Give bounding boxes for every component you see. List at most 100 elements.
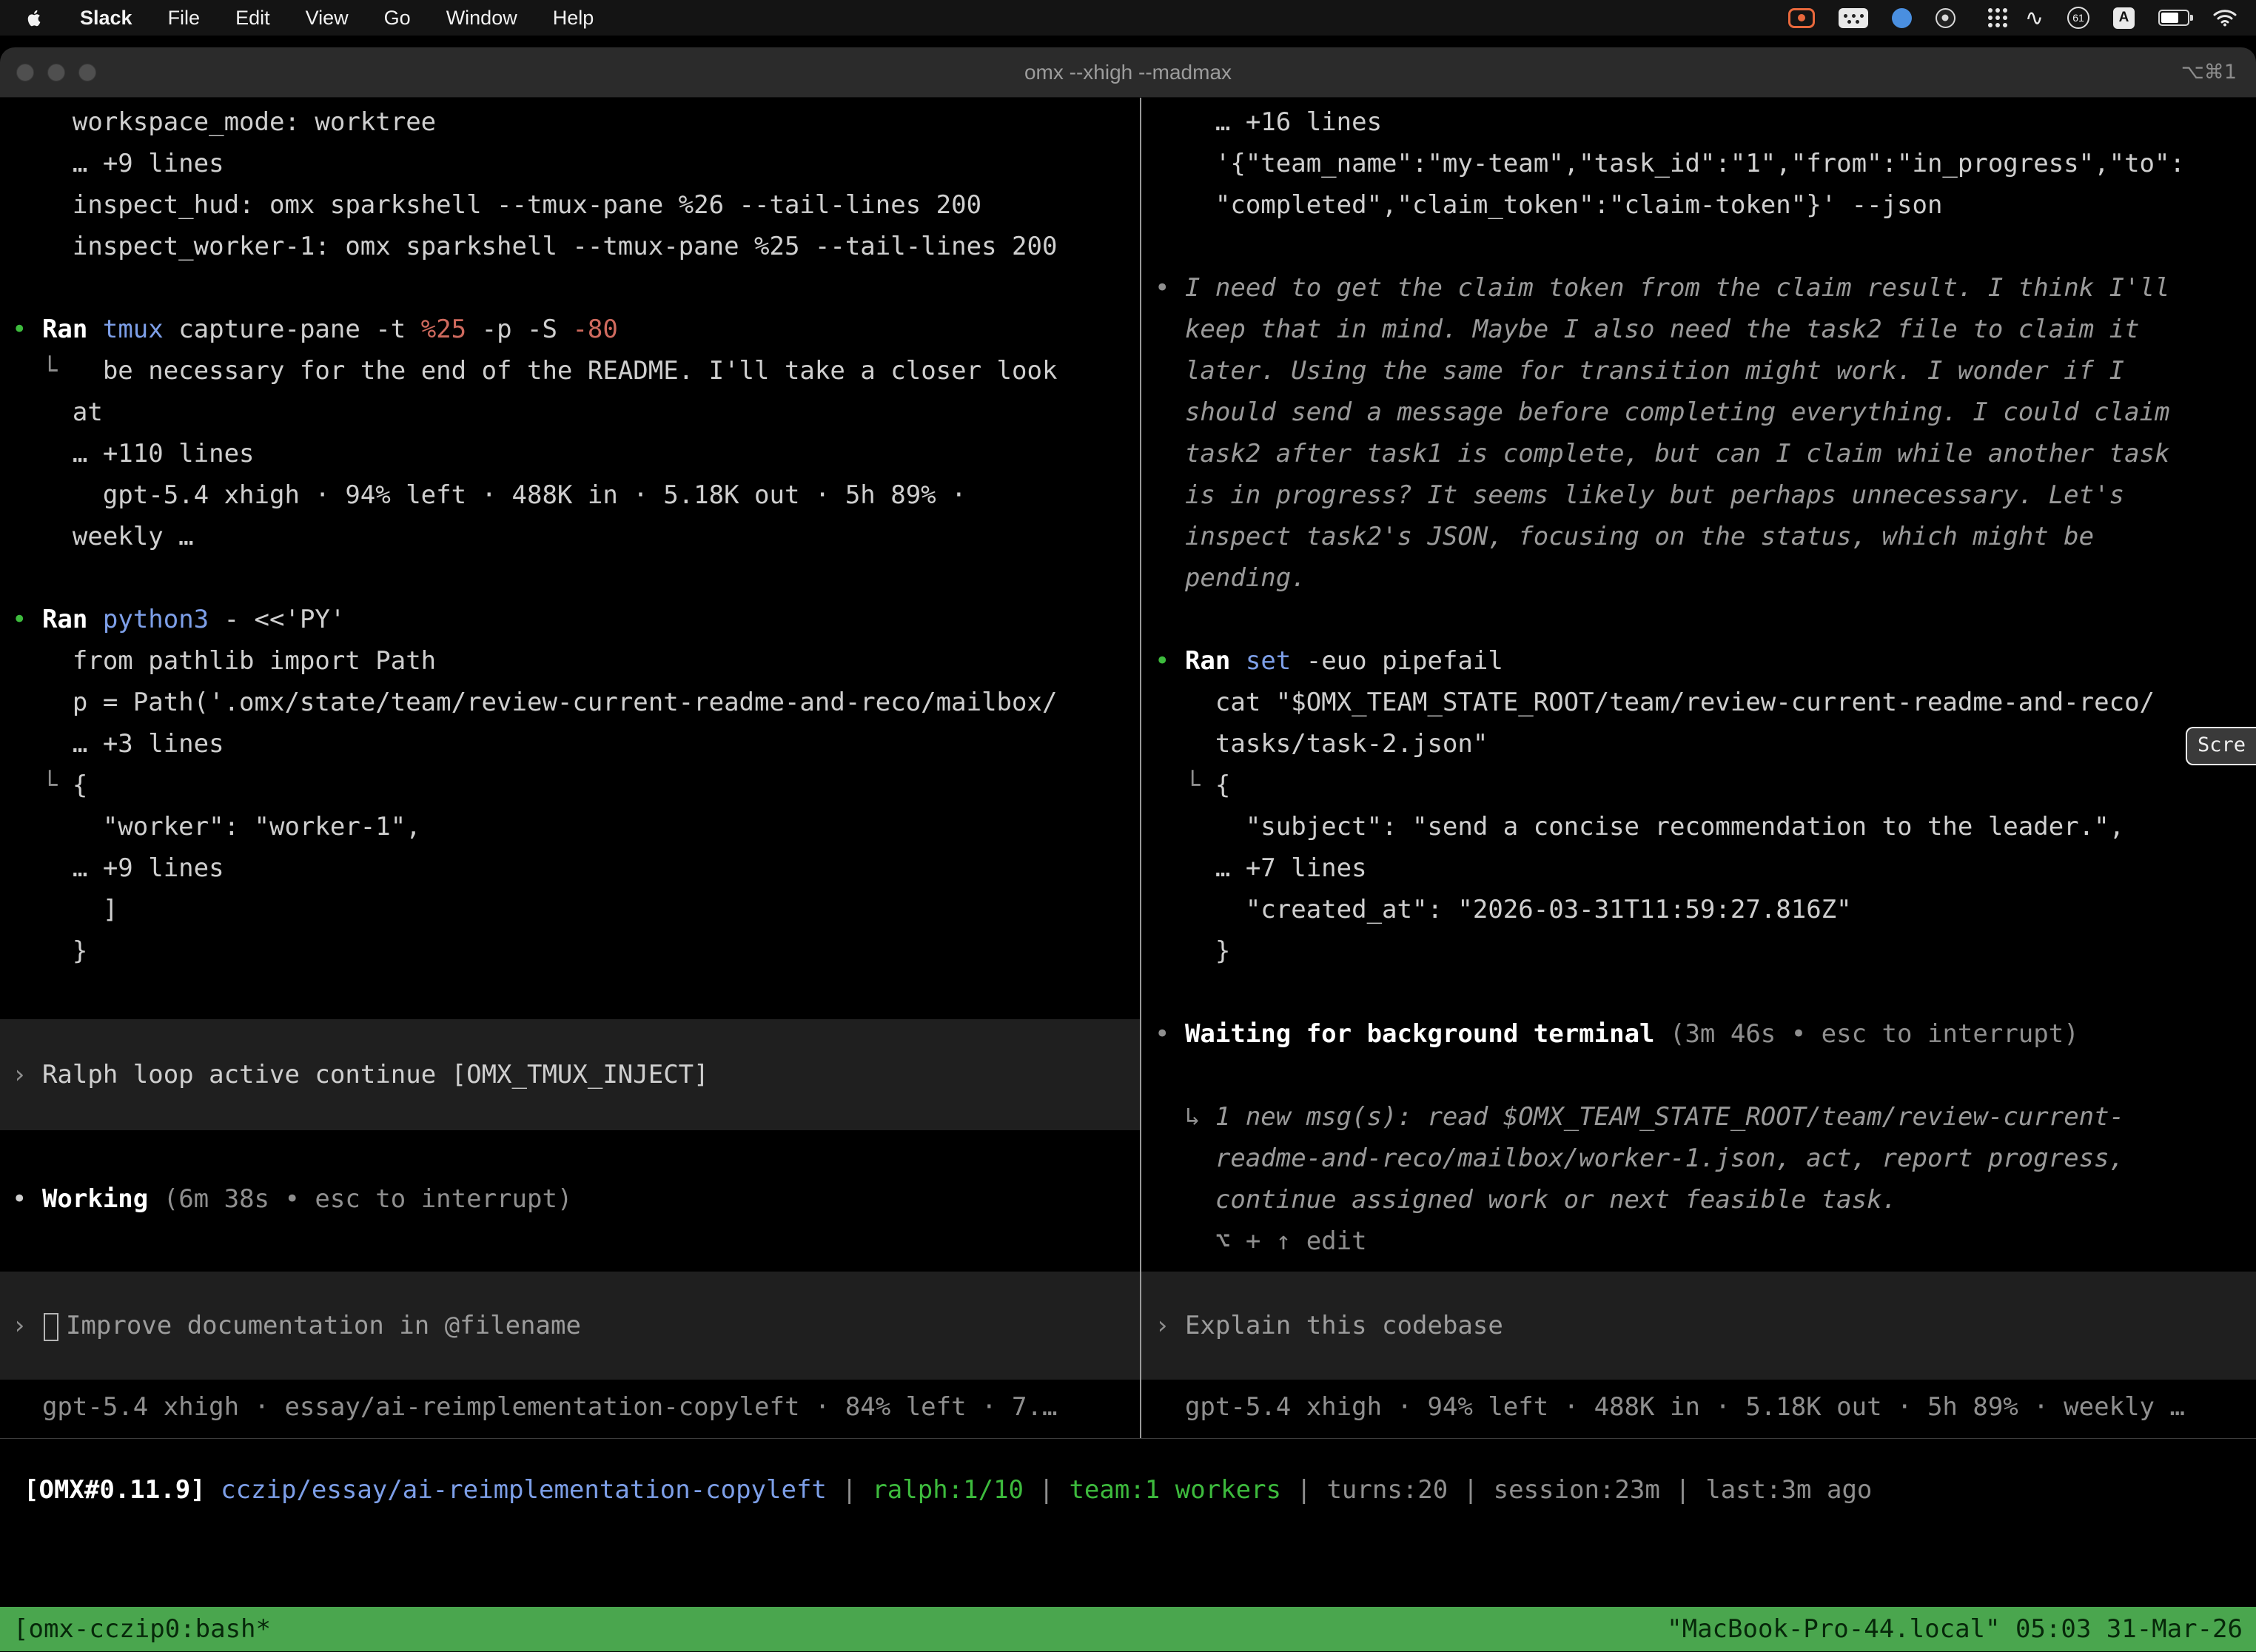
wifi-icon[interactable] bbox=[2213, 9, 2237, 27]
terminal-line: } bbox=[1141, 930, 2256, 972]
terminal-line: tasks/task-2.json" bbox=[1141, 723, 2256, 765]
terminal-line: } bbox=[0, 930, 1140, 972]
text-segment: from pathlib import Path bbox=[12, 646, 436, 676]
input-source-icon[interactable]: A bbox=[2113, 7, 2135, 29]
tmux-host-clock-label: "MacBook-Pro-44.local" 05:03 31-Mar-26 bbox=[1667, 1614, 2243, 1644]
menu-bar-status-icons: ∿ 61 A bbox=[1788, 5, 2256, 31]
text-segment: - <<'PY' bbox=[224, 605, 346, 634]
text-segment: ralph:1/10 bbox=[872, 1475, 1038, 1505]
text-segment: • bbox=[12, 605, 42, 634]
pane-status-line: gpt-5.4 xhigh · essay/ai-reimplementatio… bbox=[0, 1386, 1140, 1428]
terminal-line: inspect_hud: omx sparkshell --tmux-pane … bbox=[0, 184, 1140, 226]
text-segment: Ran bbox=[42, 315, 103, 344]
apple-menu-icon[interactable] bbox=[22, 9, 47, 27]
text-segment: is in progress? It seems likely but perh… bbox=[1155, 480, 2124, 510]
terminal-line: … +9 lines bbox=[0, 847, 1140, 889]
terminal-line: └ { bbox=[0, 765, 1140, 806]
terminal-line: pending. bbox=[1141, 557, 2256, 599]
text-segment: Waiting for background terminal bbox=[1185, 1019, 1670, 1049]
squiggle-icon[interactable]: ∿ bbox=[2025, 5, 2044, 31]
text-segment: › bbox=[12, 1311, 42, 1340]
menu-item-go[interactable]: Go bbox=[366, 0, 429, 36]
text-segment: Improve documentation in @filename bbox=[66, 1311, 581, 1340]
text-segment: %25 bbox=[421, 315, 482, 344]
close-window-button[interactable] bbox=[16, 64, 34, 81]
tmux-session-label: [omx-cczip0:bash* bbox=[13, 1614, 271, 1644]
menu-item-window[interactable]: Window bbox=[429, 0, 535, 36]
text-segment: [OMX#0.11.9] bbox=[24, 1475, 221, 1505]
tmux-status-bar: [omx-cczip0:bash* "MacBook-Pro-44.local"… bbox=[0, 1607, 2256, 1651]
text-segment: at bbox=[12, 397, 103, 427]
text-segment: workspace_mode: worktree bbox=[12, 107, 436, 137]
terminal-line bbox=[0, 972, 1140, 1013]
text-segment: | bbox=[1463, 1475, 1494, 1505]
terminal-line: gpt-5.4 xhigh · 94% left · 488K in · 5.1… bbox=[0, 474, 1140, 516]
window-title: omx --xhigh --madmax bbox=[0, 61, 2256, 84]
text-segment: (3m 46s • esc to interrupt) bbox=[1670, 1019, 2079, 1049]
text-segment: Ran bbox=[1185, 646, 1246, 676]
text-segment: -euo pipefail bbox=[1306, 646, 1503, 676]
terminal-line: p = Path('.omx/state/team/review-current… bbox=[0, 682, 1140, 723]
menu-item-file[interactable]: File bbox=[150, 0, 218, 36]
text-segment: "created_at": "2026-03-31T11:59:27.816Z" bbox=[1155, 895, 1852, 924]
terminal-line: … +7 lines bbox=[1141, 847, 2256, 889]
terminal-line: "worker": "worker-1", bbox=[0, 806, 1140, 847]
omx-status-line: [OMX#0.11.9] cczip/essay/ai-reimplementa… bbox=[0, 1469, 2256, 1511]
terminal-line: from pathlib import Path bbox=[0, 640, 1140, 682]
text-segment: inspect task2's JSON, focusing on the st… bbox=[1155, 522, 2094, 551]
screen-recording-indicator-icon[interactable] bbox=[1788, 8, 1815, 28]
text-segment: ⌥ + ↑ edit bbox=[1155, 1226, 1367, 1256]
text-segment: ] bbox=[12, 895, 118, 924]
text-segment: tasks/task-2.json" bbox=[1155, 729, 1488, 759]
window-titlebar[interactable]: omx --xhigh --madmax ⌥⌘1 bbox=[0, 47, 2256, 98]
text-segment: p = Path('.omx/state/team/review-current… bbox=[12, 688, 1057, 717]
apps-grid-icon[interactable] bbox=[1988, 8, 1993, 13]
menu-item-view[interactable]: View bbox=[288, 0, 366, 36]
text-segment: should send a message before completing … bbox=[1155, 397, 2169, 427]
battery-icon[interactable] bbox=[2158, 10, 2189, 26]
menu-item-help[interactable]: Help bbox=[535, 0, 612, 36]
text-segment: 1 new msg(s): read $OMX_TEAM_STATE_ROOT/… bbox=[1215, 1102, 2124, 1132]
text-segment: └ bbox=[1155, 770, 1215, 800]
right-pane[interactable]: … +16 lines '{"team_name":"my-team","tas… bbox=[1141, 98, 2256, 1438]
text-segment: Ralph loop active continue [OMX_TMUX_INJ… bbox=[42, 1060, 709, 1089]
text-segment: | bbox=[1039, 1475, 1070, 1505]
prompt-input-band[interactable]: › Improve documentation in @filename bbox=[0, 1272, 1140, 1380]
zoom-window-button[interactable] bbox=[78, 64, 96, 81]
text-segment: Explain this codebase bbox=[1185, 1311, 1503, 1340]
waiting-status-line: • Waiting for background terminal (3m 46… bbox=[1141, 1013, 2256, 1055]
terminal-line bbox=[0, 557, 1140, 599]
text-segment: { bbox=[1215, 770, 1230, 800]
terminal-line: • Ran set -euo pipefail bbox=[1141, 640, 2256, 682]
battery-percent-badge[interactable]: 61 bbox=[2067, 7, 2089, 29]
text-segment: session:23m bbox=[1494, 1475, 1676, 1505]
prompt-suggestion-band[interactable]: › Explain this codebase bbox=[1141, 1272, 2256, 1380]
text-segment: -p -S bbox=[482, 315, 573, 344]
minimize-window-button[interactable] bbox=[47, 64, 65, 81]
terminal-line: workspace_mode: worktree bbox=[0, 101, 1140, 143]
left-pane[interactable]: workspace_mode: worktree … +9 lines insp… bbox=[0, 98, 1140, 1438]
text-segment: (6m 38s • esc to interrupt) bbox=[164, 1184, 573, 1214]
terminal-line: … +110 lines bbox=[0, 433, 1140, 474]
working-status-line: • Working (6m 38s • esc to interrupt) bbox=[0, 1178, 1140, 1220]
window-shortcut-label: ⌥⌘1 bbox=[2181, 47, 2237, 98]
ralph-loop-band[interactable]: › Ralph loop active continue [OMX_TMUX_I… bbox=[0, 1019, 1140, 1130]
keyboard-icon[interactable] bbox=[1839, 8, 1868, 28]
terminal-line: • I need to get the claim token from the… bbox=[1141, 267, 2256, 309]
menu-item-edit[interactable]: Edit bbox=[218, 0, 288, 36]
text-segment: └ bbox=[12, 356, 103, 386]
terminal-line: keep that in mind. Maybe I also need the… bbox=[1141, 309, 2256, 350]
text-segment: { bbox=[73, 770, 87, 800]
text-segment: gpt-5.4 xhigh · 94% left · 488K in · 5.1… bbox=[12, 480, 967, 510]
tmux-panes: workspace_mode: worktree … +9 lines insp… bbox=[0, 98, 2256, 1439]
text-segment: | bbox=[1675, 1475, 1705, 1505]
screenshot-notification[interactable]: Scre bbox=[2186, 727, 2256, 765]
menu-item-slack[interactable]: Slack bbox=[62, 0, 150, 36]
text-segment: • bbox=[12, 1184, 42, 1214]
terminal-content[interactable]: workspace_mode: worktree … +9 lines insp… bbox=[0, 98, 2256, 1651]
terminal-line: "created_at": "2026-03-31T11:59:27.816Z" bbox=[1141, 889, 2256, 930]
text-segment: "worker": "worker-1", bbox=[12, 812, 421, 842]
claude-icon[interactable] bbox=[1936, 8, 1955, 28]
blue-app-icon[interactable] bbox=[1892, 8, 1912, 28]
text-segment: gpt-5.4 xhigh · 94% left · 488K in · 5.1… bbox=[1155, 1392, 2185, 1422]
